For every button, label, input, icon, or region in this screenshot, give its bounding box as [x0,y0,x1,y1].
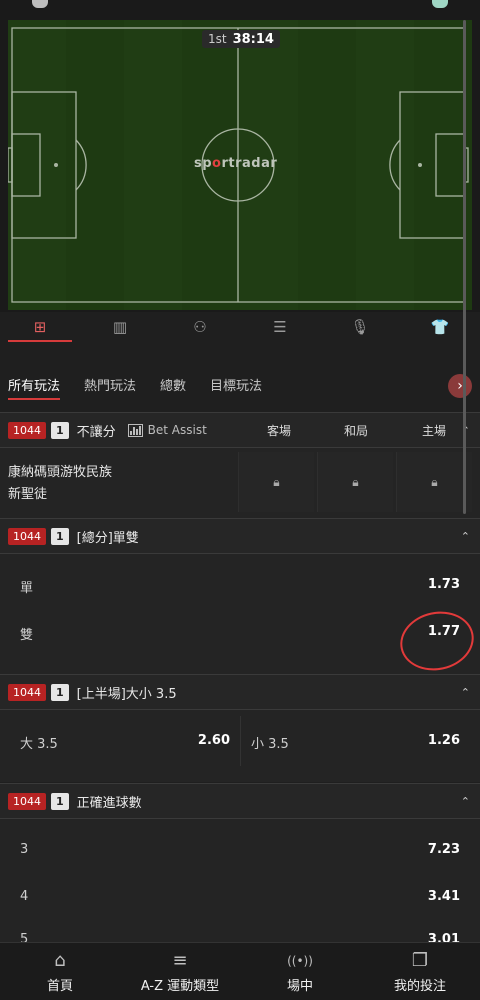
col-away: 客場 [267,423,292,438]
status-notch-right [432,0,448,8]
scrollbar[interactable] [463,20,466,514]
lock-icon: 🔒︎ [273,474,280,489]
menu-icon: ≡ [172,950,188,971]
event-id-badge: 1044 [8,527,46,545]
selection-label: 4 [20,889,29,904]
lock-icon: 🔒︎ [431,474,438,489]
market-count-badge: 1 [51,527,69,545]
divider [240,716,241,766]
event-id-badge: 1044 [8,683,46,701]
bottom-nav: ⌂ 首頁 ≡ A-Z 運動類型 ((•)) 場中 ❐ 我的投注 [0,942,480,1000]
market-header-first-half-ou[interactable]: 1044 1 [上半場]大小 3.5 ⌃ [0,674,480,710]
match-half: 1st [208,32,227,46]
under-label: 小 3.5 [251,737,289,752]
nav-live[interactable]: ((•)) 場中 [240,943,360,1000]
nav-sports-az[interactable]: ≡ A-Z 運動類型 [120,943,240,1000]
bar-chart-icon [127,423,143,437]
collapse-icon[interactable]: ⌃ [461,795,470,808]
over-label: 大 3.5 [20,737,58,752]
tab-popular[interactable]: 熱門玩法 [84,375,136,400]
col-home: 主場 [422,423,447,438]
under-odds[interactable]: 1.26 [428,733,460,748]
collapse-icon[interactable]: ⌃ [461,686,470,699]
market-header-moneyline[interactable]: 1044 1 不讓分 Bet Assist 客場 和局 主場 ⌃ [0,412,480,448]
nav-label: 我的投注 [393,979,446,994]
nav-label: A-Z 運動類型 [140,979,220,994]
market-count-badge: 1 [51,421,69,439]
tab-list[interactable]: ☰ [240,312,320,342]
bet-assist-button[interactable]: Bet Assist [127,423,207,437]
odds-cell-home[interactable]: 🔒︎ [396,452,472,512]
odds-cell-draw[interactable]: 🔒︎ [317,452,393,512]
col-draw: 和局 [344,423,369,438]
live-broadcast-icon: ((•)) [287,954,313,968]
selection-label: 雙 [20,628,34,643]
team-home: 新聖徒 [8,487,48,502]
tab-kits[interactable]: 👕 [400,312,480,342]
home-icon: ⌂ [54,950,66,971]
tab-stats[interactable]: ▥ [80,312,160,342]
status-notch-left [32,0,48,8]
selection-label: 單 [20,581,34,596]
pitch-icon: ⊞ [33,318,47,336]
odds-cell-away[interactable]: 🔒︎ [238,452,314,512]
selection-label: 3 [20,842,29,857]
chevron-right-icon[interactable]: › [448,374,472,398]
tab-totals[interactable]: 總數 [160,375,186,400]
spacer [0,342,480,368]
event-id-badge: 1044 [8,421,46,439]
tab-lineup[interactable]: ⚇ [160,312,240,342]
nav-my-bets[interactable]: ❐ 我的投注 [360,943,480,1000]
event-id-badge: 1044 [8,792,46,810]
sportradar-logo: sportradar [194,156,278,171]
collapse-icon[interactable]: ⌃ [461,530,470,543]
exact-goals-panel [0,819,480,942]
market-header-exact-goals[interactable]: 1044 1 正確進球數 ⌃ [0,783,480,819]
over-odds[interactable]: 2.60 [198,733,230,748]
market-title: [總分]單雙 [76,530,139,546]
bet-assist-label: Bet Assist [147,423,207,437]
mic-icon: 🎙 [350,318,370,336]
stats-icon: ▥ [112,318,128,336]
market-count-badge: 1 [51,792,69,810]
market-header-odd-even[interactable]: 1044 1 [總分]單雙 ⌃ [0,518,480,554]
team-away: 康納碼頭游牧民族 [8,465,113,480]
match-clock: 1st 38:14 [202,30,280,48]
tab-goals[interactable]: 目標玩法 [210,375,262,400]
lock-icon: 🔒︎ [352,474,359,489]
market-tabs: 所有玩法 熱門玩法 總數 目標玩法 [0,368,480,406]
nav-label: 場中 [286,979,313,994]
odds-value[interactable]: 1.73 [428,577,460,592]
market-count-badge: 1 [51,683,69,701]
nav-label: 首頁 [46,979,73,994]
match-time: 38:14 [232,31,274,47]
odds-value[interactable]: 3.41 [428,889,460,904]
market-title: 不讓分 [76,424,116,440]
nav-home[interactable]: ⌂ 首頁 [0,943,120,1000]
tab-pitch[interactable]: ⊞ [0,312,80,342]
lineup-icon: ⚇ [193,318,207,336]
bets-icon: ❐ [411,950,429,971]
match-tracker: 1st 38:14 sportradar [0,0,480,312]
market-title: [上半場]大小 3.5 [76,686,177,702]
tracker-tabs: ⊞ ▥ ⚇ ☰ 🎙 👕 [0,312,480,342]
tab-all-markets[interactable]: 所有玩法 [8,375,61,400]
market-title: 正確進球數 [76,795,142,811]
tab-commentary[interactable]: 🎙 [320,312,400,342]
list-icon: ☰ [273,318,287,336]
shirt-icon: 👕 [430,318,450,336]
odds-value[interactable]: 7.23 [428,842,460,857]
